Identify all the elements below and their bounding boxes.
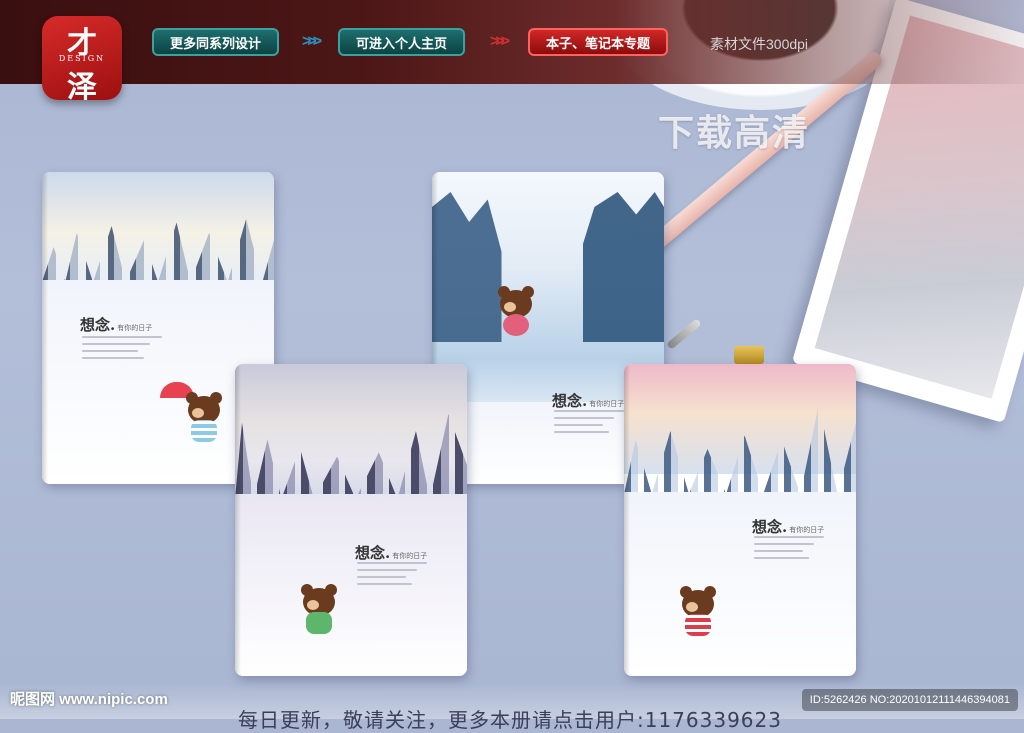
notebook-cover-4[interactable]: 想念. 有你的日子 [624, 364, 856, 676]
notebook-title: 想念. [752, 518, 788, 536]
bear-icon [297, 584, 341, 638]
site-watermark: 昵图网 www.nipic.com [10, 691, 168, 708]
bear-icon [676, 586, 720, 640]
notebook-title: 想念. [552, 392, 588, 410]
designer-logo[interactable]: 才 DESIGN 泽 [42, 16, 122, 105]
id-badge: ID:5262426 NO:20201012111446394081 [801, 689, 1018, 711]
resource-info-label: 素材文件300dpi [710, 36, 809, 52]
notebook-subtitle: 有你的日子 [392, 552, 428, 560]
notebook-subtitle: 有你的日子 [117, 324, 153, 332]
notebook-subtitle: 有你的日子 [789, 526, 825, 534]
notebook-topic-button[interactable]: 本子、笔记本专题 [528, 28, 669, 56]
logo-char-2: 泽 [67, 70, 97, 105]
notebook-subtitle: 有你的日子 [589, 400, 625, 408]
more-designs-button[interactable]: 更多同系列设计 [152, 28, 280, 56]
download-hd-label[interactable]: 下载高清 [658, 104, 810, 156]
arrow-right-icon: >>> [302, 33, 322, 50]
clip-decoration [734, 346, 764, 364]
arrow-right-icon: >>> [490, 33, 510, 50]
notebook-title: 想念. [80, 316, 116, 334]
personal-home-button[interactable]: 可进入个人主页 [338, 28, 466, 56]
notebook-title: 想念. [355, 544, 391, 562]
bear-icon [494, 286, 538, 340]
bear-icon [182, 392, 226, 446]
notebook-cover-3[interactable]: 想念. 有你的日子 [235, 364, 467, 676]
pen-tip-decoration [666, 318, 702, 350]
